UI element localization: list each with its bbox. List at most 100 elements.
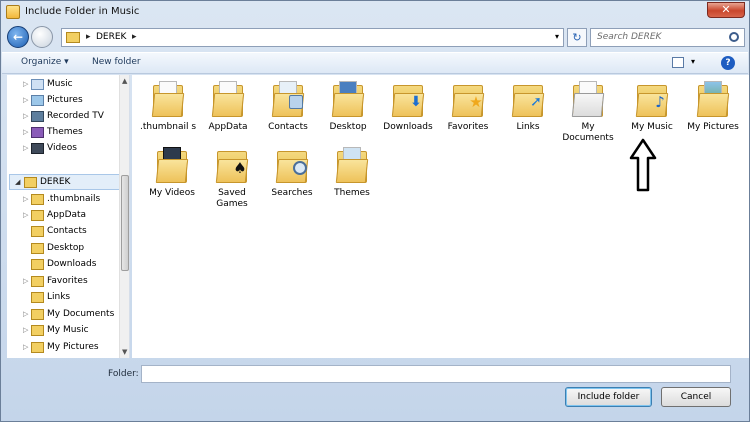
nav-item-pictures[interactable]: ▷ Pictures <box>7 93 119 109</box>
file-item-desktop[interactable]: Desktop <box>317 81 379 133</box>
pictures-library-icon <box>31 95 44 106</box>
file-item-label: Favorites <box>447 122 489 132</box>
expand-icon[interactable]: ▷ <box>23 343 28 351</box>
file-item-my-documents[interactable]: My Documents <box>557 81 619 144</box>
file-item-label: Searches <box>271 188 313 198</box>
file-item-downloads[interactable]: ⬇ Downloads <box>377 81 439 133</box>
nav-item-appdata[interactable]: ▷ AppData <box>7 208 119 224</box>
nav-item-label: Music <box>47 79 73 89</box>
themes-folder-icon <box>335 147 369 185</box>
nav-item-music[interactable]: ▷ Music <box>7 77 119 93</box>
expand-icon[interactable]: ▷ <box>23 80 28 88</box>
include-folder-dialog: Include Folder in Music ✕ ← ▸ DEREK ▸ ▾ … <box>0 0 750 422</box>
address-dropdown-icon[interactable]: ▾ <box>555 32 559 41</box>
search-input[interactable]: Search DEREK <box>590 28 745 47</box>
pictures-folder-icon <box>31 342 44 353</box>
videos-library-icon <box>31 143 44 154</box>
scrollbar-thumb[interactable] <box>121 175 129 271</box>
forward-button[interactable] <box>31 26 53 48</box>
file-item-my-pictures[interactable]: My Pictures <box>682 81 744 133</box>
expand-icon[interactable]: ▷ <box>23 112 28 120</box>
view-options-dropdown[interactable]: ▾ <box>691 57 695 66</box>
file-item-my-music[interactable]: ♪ My Music <box>621 81 683 133</box>
documents-folder-icon <box>571 81 605 119</box>
file-item-themes[interactable]: Themes <box>321 147 383 199</box>
breadcrumb-derek[interactable]: DEREK <box>96 32 126 42</box>
file-item-label: My Music <box>631 122 673 132</box>
file-item-label: Contacts <box>268 122 308 132</box>
nav-item-label: My Music <box>47 325 89 335</box>
folder-icon <box>31 194 44 205</box>
file-item-label: My Videos <box>149 188 195 198</box>
nav-item-recorded-tv[interactable]: ▷ Recorded TV <box>7 109 119 125</box>
organize-menu[interactable]: Organize ▾ <box>21 57 69 67</box>
back-button[interactable]: ← <box>7 26 29 48</box>
expand-icon[interactable]: ▷ <box>23 211 28 219</box>
file-item-label: Saved Games <box>216 188 248 209</box>
expand-icon[interactable]: ▷ <box>23 144 28 152</box>
close-button[interactable]: ✕ <box>707 2 745 18</box>
downloads-folder-icon: ⬇ <box>391 81 425 119</box>
search-icon[interactable] <box>729 32 739 42</box>
nav-item-label: Themes <box>47 127 83 137</box>
navigation-pane[interactable]: ▷ Music ▷ Pictures ▷ Recorded TV ▷ Theme… <box>7 75 130 358</box>
nav-item-favorites[interactable]: ▷ Favorites <box>7 274 119 290</box>
include-folder-button[interactable]: Include folder <box>565 387 652 407</box>
new-folder-button[interactable]: New folder <box>92 57 141 67</box>
file-item-my-videos[interactable]: My Videos <box>141 147 203 199</box>
nav-pane-scrollbar[interactable]: ▲ ▼ <box>119 75 129 358</box>
contacts-folder-icon <box>271 81 305 119</box>
expand-icon[interactable]: ▷ <box>23 326 28 334</box>
breadcrumb-separator[interactable]: ▸ <box>86 32 91 42</box>
nav-item-my-documents[interactable]: ▷ My Documents <box>7 307 119 323</box>
nav-item-videos[interactable]: ▷ Videos <box>7 141 119 157</box>
address-bar[interactable]: ▸ DEREK ▸ ▾ <box>61 28 564 47</box>
contacts-folder-icon <box>31 226 44 237</box>
collapse-icon[interactable]: ◢ <box>15 178 20 186</box>
file-item-label: My Documents <box>562 122 614 143</box>
scroll-down-icon[interactable]: ▼ <box>122 348 127 356</box>
nav-item-contacts[interactable]: Contacts <box>7 224 119 240</box>
refresh-button[interactable]: ↻ <box>567 28 587 47</box>
scroll-up-icon[interactable]: ▲ <box>122 77 127 85</box>
nav-item-my-pictures[interactable]: ▷ My Pictures <box>7 340 119 356</box>
file-item-contacts[interactable]: Contacts <box>257 81 319 133</box>
folder-field-label: Folder: <box>108 369 139 379</box>
videos-folder-icon <box>155 147 189 185</box>
change-view-icon[interactable] <box>672 57 684 68</box>
window-title: Include Folder in Music <box>25 6 140 17</box>
expand-icon[interactable]: ▷ <box>23 310 28 318</box>
file-item-favorites[interactable]: ★ Favorites <box>437 81 499 133</box>
cancel-button[interactable]: Cancel <box>661 387 731 407</box>
breadcrumb-separator[interactable]: ▸ <box>132 32 137 42</box>
file-list[interactable]: .thumbnail s AppData Contacts Desktop ⬇ <box>132 75 749 358</box>
nav-item-label: Desktop <box>47 243 85 253</box>
desktop-folder-icon <box>31 243 44 254</box>
nav-item-thumbnails[interactable]: ▷ .thumbnails <box>7 192 119 208</box>
file-item-saved-games[interactable]: ♠ Saved Games <box>201 147 263 210</box>
desktop-folder-icon <box>331 81 365 119</box>
file-item-links[interactable]: ➚ Links <box>497 81 559 133</box>
nav-item-derek[interactable]: ◢ DEREK <box>9 174 121 190</box>
nav-item-downloads[interactable]: Downloads <box>7 257 119 273</box>
file-item-searches[interactable]: Searches <box>261 147 323 199</box>
nav-item-links[interactable]: Links <box>7 290 119 306</box>
file-item-thumbnails[interactable]: .thumbnail s <box>137 81 199 133</box>
help-button[interactable]: ? <box>721 56 735 70</box>
folder-field[interactable] <box>141 365 731 383</box>
expand-icon[interactable]: ▷ <box>23 277 28 285</box>
expand-icon[interactable]: ▷ <box>23 128 28 136</box>
back-arrow-icon: ← <box>12 30 24 44</box>
links-folder-icon <box>31 292 44 303</box>
nav-item-label: .thumbnails <box>47 194 101 204</box>
pictures-folder-icon <box>696 81 730 119</box>
themes-icon <box>31 127 44 138</box>
expand-icon[interactable]: ▷ <box>23 96 28 104</box>
file-item-appdata[interactable]: AppData <box>197 81 259 133</box>
folder-icon <box>151 81 185 119</box>
nav-item-my-music[interactable]: ▷ My Music <box>7 323 119 339</box>
file-item-label: Desktop <box>329 122 367 132</box>
nav-item-themes[interactable]: ▷ Themes <box>7 125 119 141</box>
nav-item-desktop[interactable]: Desktop <box>7 241 119 257</box>
expand-icon[interactable]: ▷ <box>23 195 28 203</box>
